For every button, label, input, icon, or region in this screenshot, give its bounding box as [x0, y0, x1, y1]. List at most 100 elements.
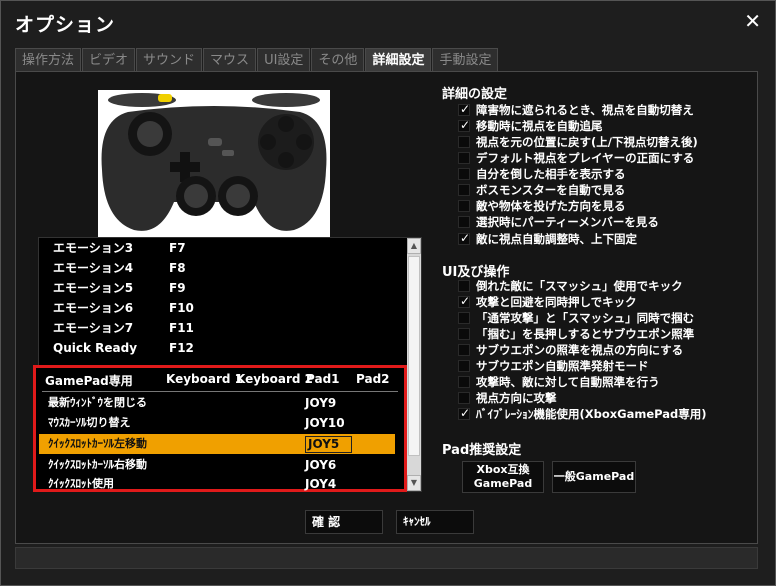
tab-sound[interactable]: サウンド: [136, 48, 203, 72]
option-label: 倒れた敵に「スマッシュ」使用でキック: [476, 279, 683, 293]
detail-section-title: 詳細の設定: [442, 87, 508, 102]
pad1-value[interactable]: JOY10: [305, 413, 345, 433]
checkbox[interactable]: [458, 280, 470, 292]
key-value: F10: [169, 301, 194, 315]
window-title: オプション: [15, 14, 116, 36]
pad1-value[interactable]: JOY9: [305, 393, 336, 413]
option-label: 攻撃時、敵に対して自動照準を行う: [476, 375, 660, 389]
key-value: F12: [169, 341, 194, 355]
tab-controls[interactable]: 操作方法: [15, 48, 82, 72]
checkbox[interactable]: [458, 200, 470, 212]
scroll-up-icon[interactable]: ▲: [407, 238, 421, 254]
checkbox[interactable]: [458, 168, 470, 180]
option-checkbox[interactable]: 視点を元の位置に戻す(上/下視点切替え後): [458, 134, 698, 150]
option-checkbox[interactable]: 攻撃時、敵に対して自動照準を行う: [458, 374, 660, 390]
table-row-selected[interactable]: ｸｲｯｸｽﾛｯﾄｶｰｿﾙ左移動 JOY5: [39, 434, 395, 454]
option-checkbox[interactable]: サブウエポン自動照準発射モード: [458, 358, 649, 374]
checkbox[interactable]: [458, 152, 470, 164]
scroll-thumb[interactable]: [408, 256, 420, 456]
tab-advanced[interactable]: 詳細設定: [365, 48, 432, 72]
tab-ui-settings[interactable]: UI設定: [257, 48, 311, 72]
option-checkbox[interactable]: 視点方向に攻撃: [458, 390, 557, 406]
checkbox[interactable]: [458, 184, 470, 196]
option-checkbox[interactable]: 選択時にパーティーメンバーを見る: [458, 214, 659, 230]
checkbox[interactable]: [458, 344, 470, 356]
key-value: F11: [169, 321, 194, 335]
option-label: ボスモンスターを自動で見る: [476, 183, 626, 197]
option-checkbox[interactable]: 自分を倒した相手を表示する: [458, 166, 626, 182]
checkbox[interactable]: [458, 392, 470, 404]
option-label: 攻撃と回避を同時押しでキック: [476, 295, 637, 309]
table-row[interactable]: 最新ｳｨﾝﾄﾞｳを閉じる JOY9: [39, 393, 395, 413]
key-value: F8: [169, 261, 186, 275]
tab-manual[interactable]: 手動設定: [432, 48, 499, 72]
close-icon[interactable]: ✕: [744, 9, 761, 33]
pad-preset-title: Pad推奨設定: [442, 443, 522, 458]
checkbox[interactable]: [458, 136, 470, 148]
action-name: エモーション7: [53, 321, 134, 335]
option-checkbox[interactable]: 敵や物体を投げた方向を見る: [458, 198, 626, 214]
tab-mouse[interactable]: マウス: [203, 48, 257, 72]
key-value: F7: [169, 241, 186, 255]
option-checkbox[interactable]: 障害物に遮られるとき、視点を自動切替え: [458, 102, 694, 118]
action-name: Quick Ready: [53, 341, 138, 355]
options-window: オプション ✕ 操作方法 ビデオ サウンド マウス UI設定 その他 詳細設定 …: [0, 0, 776, 586]
action-name: エモーション6: [53, 301, 134, 315]
option-label: 「掴む」を長押しするとサブウエポン照準: [476, 327, 695, 341]
table-row[interactable]: ｸｲｯｸｽﾛｯﾄ使用 JOY4: [39, 474, 395, 494]
checkbox[interactable]: [458, 312, 470, 324]
gamepad-bindings-highlight: GamePad専用 Keyboard 1 Keyboard 2 Pad1 Pad…: [33, 365, 407, 492]
checkbox-checked[interactable]: [458, 118, 470, 132]
action-name: ｸｲｯｸｽﾛｯﾄ使用: [48, 477, 114, 490]
table-row[interactable]: ｸｲｯｸｽﾛｯﾄｶｰｿﾙ右移動 JOY6: [39, 455, 395, 475]
button-label-line2: GamePad: [473, 477, 533, 490]
option-checkbox[interactable]: サブウエポンの照準を視点の方向にする: [458, 342, 683, 358]
checkbox[interactable]: [458, 328, 470, 340]
checkbox-checked[interactable]: [458, 406, 470, 420]
checkbox[interactable]: [458, 360, 470, 372]
checkbox-checked[interactable]: [458, 294, 470, 308]
header-gamepad-only: GamePad専用: [45, 374, 133, 388]
pad1-value[interactable]: JOY4: [305, 474, 336, 494]
option-checkbox[interactable]: 敵に視点自動調整時、上下固定: [458, 231, 637, 247]
action-name: 最新ｳｨﾝﾄﾞｳを閉じる: [48, 396, 147, 409]
tab-other[interactable]: その他: [311, 48, 365, 72]
option-checkbox[interactable]: ﾊﾞｲﾌﾞﾚｰｼｮﾝ機能使用(XboxGamePad専用): [458, 406, 707, 422]
checkbox[interactable]: [458, 216, 470, 228]
cancel-button[interactable]: ｷｬﾝｾﾙ: [396, 510, 474, 534]
action-name: エモーション3: [53, 241, 134, 255]
table-row[interactable]: ﾏｳｽｶｰｿﾙ切り替え JOY10: [39, 413, 395, 433]
key-value: F9: [169, 281, 186, 295]
action-name: エモーション4: [53, 261, 134, 275]
option-checkbox[interactable]: 移動時に視点を自動追尾: [458, 118, 603, 134]
header-pad2: Pad2: [356, 372, 390, 386]
checkbox-checked[interactable]: [458, 102, 470, 116]
status-bar: [15, 547, 758, 569]
option-label: サブウエポンの照準を視点の方向にする: [476, 343, 684, 357]
checkbox-checked[interactable]: [458, 231, 470, 245]
option-label: 敵に視点自動調整時、上下固定: [476, 232, 637, 246]
gamepad-illustration: [98, 90, 330, 238]
option-label: 視点方向に攻撃: [476, 391, 557, 405]
option-label: 選択時にパーティーメンバーを見る: [476, 215, 659, 229]
list-scrollbar[interactable]: ▲ ▼: [407, 238, 421, 491]
pad1-input[interactable]: JOY5: [305, 436, 353, 453]
checkbox[interactable]: [458, 376, 470, 388]
option-checkbox[interactable]: 倒れた敵に「スマッシュ」使用でキック: [458, 278, 683, 294]
confirm-button[interactable]: 確 認: [305, 510, 383, 534]
generic-gamepad-button[interactable]: 一般GamePad: [552, 461, 636, 493]
shoulder-button-icon: [158, 94, 172, 102]
option-checkbox[interactable]: 「掴む」を長押しするとサブウエポン照準: [458, 326, 694, 342]
option-checkbox[interactable]: ボスモンスターを自動で見る: [458, 182, 625, 198]
option-checkbox[interactable]: 「通常攻撃」と「スマッシュ」同時で掴む: [458, 310, 694, 326]
pad1-value[interactable]: JOY6: [305, 455, 336, 475]
tab-video[interactable]: ビデオ: [82, 48, 136, 72]
option-checkbox[interactable]: デフォルト視点をプレイヤーの正面にする: [458, 150, 694, 166]
option-checkbox[interactable]: 攻撃と回避を同時押しでキック: [458, 294, 637, 310]
header-keyboard2: Keyboard 2: [236, 372, 314, 386]
option-label: デフォルト視点をプレイヤーの正面にする: [476, 151, 695, 165]
tab-bar: 操作方法 ビデオ サウンド マウス UI設定 その他 詳細設定 手動設定: [15, 48, 499, 72]
scroll-down-icon[interactable]: ▼: [407, 475, 421, 491]
xbox-compatible-button[interactable]: Xbox互換 GamePad: [462, 461, 544, 493]
option-label: 自分を倒した相手を表示する: [476, 167, 626, 181]
